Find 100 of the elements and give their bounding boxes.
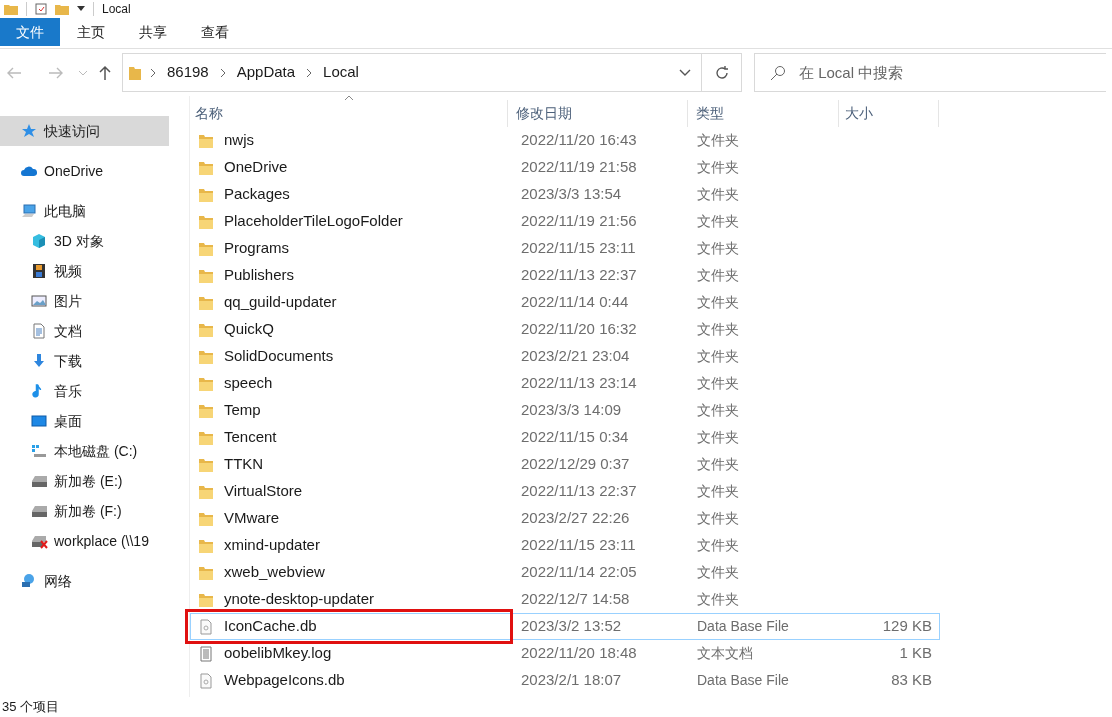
chevron-right-icon	[306, 67, 313, 78]
file-name: WebpageIcons.db	[224, 670, 345, 691]
file-row[interactable]: Publishers 2022/11/13 22:37 文件夹	[190, 262, 940, 289]
column-header[interactable]: 大小	[839, 100, 939, 127]
file-row[interactable]: VirtualStore 2022/11/13 22:37 文件夹	[190, 478, 940, 505]
forward-arrow-icon[interactable]	[48, 65, 64, 80]
file-row[interactable]: VMware 2023/2/27 22:26 文件夹	[190, 505, 940, 532]
search-field[interactable]: 在 Local 中搜索	[754, 53, 1106, 92]
file-row[interactable]: qq_guild-updater 2022/11/14 0:44 文件夹	[190, 289, 940, 316]
text-file-icon	[198, 645, 214, 662]
modified-date: 2022/11/13 22:37	[520, 265, 638, 286]
sidebar-item[interactable]: 网络	[0, 566, 189, 596]
file-type: 文件夹	[696, 185, 740, 204]
breadcrumb[interactable]: 86198	[165, 61, 211, 84]
column-header[interactable]: 类型	[688, 100, 839, 127]
file-row[interactable]: TTKN 2022/12/29 0:37 文件夹	[190, 451, 940, 478]
file-row[interactable]: Packages 2023/3/3 13:54 文件夹	[190, 181, 940, 208]
file-name: VMware	[224, 508, 279, 529]
document-icon	[30, 323, 48, 339]
sidebar-item[interactable]: 视频	[0, 256, 189, 286]
folder-icon	[198, 240, 214, 257]
chevron-right-icon	[219, 67, 226, 78]
sidebar-item[interactable]: OneDrive	[0, 156, 189, 186]
file-row[interactable]: Programs 2022/11/15 23:11 文件夹	[190, 235, 940, 262]
file-row[interactable]: QuickQ 2022/11/20 16:32 文件夹	[190, 316, 940, 343]
sidebar-item[interactable]: 文档	[0, 316, 189, 346]
sidebar-item[interactable]: 下载	[0, 346, 189, 376]
dropdown-icon[interactable]	[77, 6, 85, 12]
file-row[interactable]: SolidDocuments 2023/2/21 23:04 文件夹	[190, 343, 940, 370]
up-arrow-icon[interactable]	[98, 64, 112, 81]
ribbon-tab[interactable]: 主页	[60, 18, 122, 46]
file-type: 文件夹	[696, 563, 740, 582]
file-row[interactable]: nwjs 2022/11/20 16:43 文件夹	[190, 127, 940, 154]
refresh-button[interactable]	[702, 53, 742, 92]
file-type: 文件夹	[696, 131, 740, 150]
chevron-down-icon[interactable]	[679, 68, 691, 77]
sidebar-item[interactable]: workplace (\\19	[0, 526, 189, 556]
file-type: 文件夹	[696, 509, 740, 528]
breadcrumb[interactable]: AppData	[234, 61, 298, 84]
folder-icon	[198, 159, 214, 176]
sidebar-item[interactable]: 本地磁盘 (C:)	[0, 436, 189, 466]
modified-date: 2023/3/3 13:54	[520, 184, 623, 205]
modified-date: 2022/11/19 21:56	[520, 211, 638, 232]
sidebar-item[interactable]: 图片	[0, 286, 189, 316]
sidebar-item[interactable]: 3D 对象	[0, 226, 189, 256]
modified-date: 2022/11/14 0:44	[520, 292, 630, 313]
file-size: 129 KB	[881, 616, 932, 637]
modified-date: 2022/11/20 16:32	[520, 319, 638, 340]
folder-icon	[4, 3, 18, 15]
properties-icon[interactable]	[35, 3, 47, 15]
column-header[interactable]: 名称	[190, 100, 508, 127]
folder-icon[interactable]	[55, 3, 69, 15]
file-row[interactable]: Temp 2023/3/3 14:09 文件夹	[190, 397, 940, 424]
file-name: qq_guild-updater	[224, 292, 337, 313]
address-bar[interactable]: 86198 AppData Local	[122, 53, 702, 92]
file-row[interactable]: xmind-updater 2022/11/15 23:11 文件夹	[190, 532, 940, 559]
file-name: TTKN	[224, 454, 264, 475]
folder-icon	[129, 64, 141, 81]
sidebar-item[interactable]: 快速访问	[0, 116, 169, 146]
file-row[interactable]: ynote-desktop-updater 2022/12/7 14:58 文件夹	[190, 586, 940, 613]
file-name: Tencent	[224, 427, 277, 448]
file-row[interactable]: speech 2022/11/13 23:14 文件夹	[190, 370, 940, 397]
back-arrow-icon[interactable]	[6, 65, 22, 80]
file-row[interactable]: Tencent 2022/11/15 0:34 文件夹	[190, 424, 940, 451]
sidebar-item[interactable]: 音乐	[0, 376, 189, 406]
sidebar-item[interactable]: 新加卷 (E:)	[0, 466, 189, 496]
file-type: 文件夹	[696, 536, 740, 555]
folder-icon	[198, 348, 214, 365]
sidebar-item[interactable]: 桌面	[0, 406, 189, 436]
file-row[interactable]: PlaceholderTileLogoFolder 2022/11/19 21:56 文件夹	[190, 208, 940, 235]
breadcrumb[interactable]: Local	[321, 61, 361, 84]
file-name: oobelibMkey.log	[224, 643, 332, 664]
file-type: 文件夹	[696, 374, 740, 393]
file-type: Data Base File	[696, 617, 790, 636]
ribbon-tab[interactable]: 文件	[0, 18, 60, 46]
folder-icon	[198, 294, 214, 311]
file-type: 文件夹	[696, 239, 740, 258]
file-name: OneDrive	[224, 157, 288, 178]
ribbon-tab[interactable]: 共享	[122, 18, 184, 46]
folder-icon	[198, 132, 214, 149]
file-row[interactable]: xweb_webview 2022/11/14 22:05 文件夹	[190, 559, 940, 586]
window-title: Local	[102, 2, 131, 16]
file-row[interactable]: OneDrive 2022/11/19 21:58 文件夹	[190, 154, 940, 181]
ribbon-tab[interactable]: 查看	[184, 18, 246, 46]
sidebar-item[interactable]: 新加卷 (F:)	[0, 496, 189, 526]
file-row[interactable]: WebpageIcons.db 2023/2/1 18:07 Data Base File 83 KB	[190, 667, 940, 694]
folder-icon	[198, 537, 214, 554]
file-row[interactable]: oobelibMkey.log 2022/11/20 18:48 文本文档 1 KB	[190, 640, 940, 667]
file-size: 1 KB	[898, 643, 932, 664]
modified-date: 2022/12/29 0:37	[520, 454, 631, 475]
file-name: xweb_webview	[224, 562, 325, 583]
column-header[interactable]: 修改日期	[508, 100, 688, 127]
file-name: Packages	[224, 184, 290, 205]
film-icon	[30, 263, 48, 279]
folder-icon	[198, 564, 214, 581]
folder-icon	[198, 483, 214, 500]
file-type: 文件夹	[696, 482, 740, 501]
file-type: 文件夹	[696, 455, 740, 474]
sidebar-item[interactable]: 此电脑	[0, 196, 189, 226]
computer-icon	[20, 203, 38, 219]
